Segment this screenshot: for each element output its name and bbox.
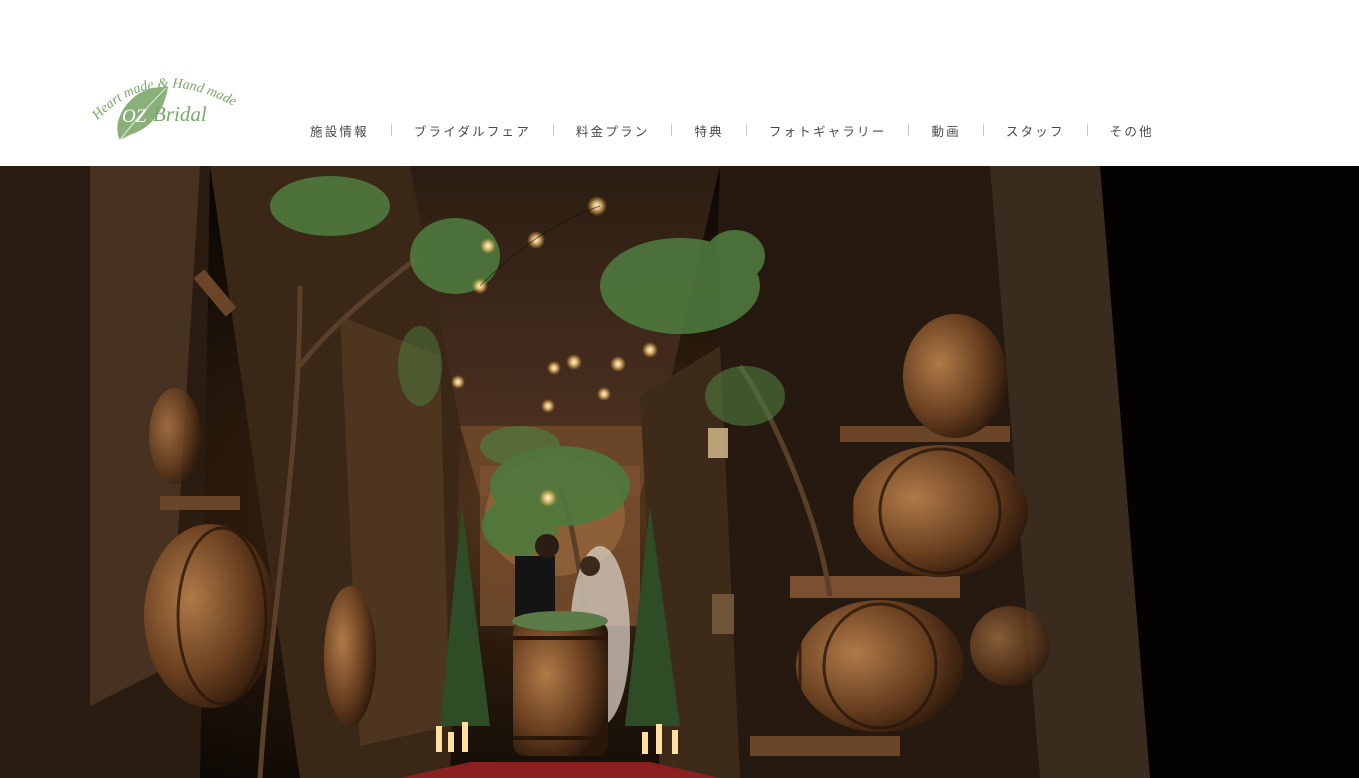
nav-item-staff[interactable]: スタッフ <box>984 118 1087 142</box>
nav-item-label: スタッフ <box>1005 123 1065 139</box>
main-nav: 施設情報 ブライダルフェア 料金プラン 特典 フォトギャラリー 動画 スタッフ … <box>288 118 1176 142</box>
nav-item-label: 特典 <box>694 123 724 139</box>
nav-item-label: ブライダルフェア <box>413 123 531 139</box>
nav-item-facility[interactable]: 施設情報 <box>288 118 391 142</box>
nav-item-photo-gallery[interactable]: フォトギャラリー <box>747 118 909 142</box>
nav-item-bridal-fair[interactable]: ブライダルフェア <box>392 118 553 142</box>
logo-link[interactable]: Heart made & Hand made OZ Bridal <box>86 64 256 146</box>
nav-item-label: フォトギャラリー <box>768 123 887 139</box>
site-header: Heart made & Hand made OZ Bridal 施設情報 ブラ… <box>0 0 1359 166</box>
nav-item-label: 動画 <box>931 123 961 139</box>
nav-item-label: その他 <box>1109 123 1154 139</box>
nav-item-price-plan[interactable]: 料金プラン <box>554 118 672 142</box>
nav-item-benefits[interactable]: 特典 <box>672 118 745 142</box>
oz-bridal-logo: Heart made & Hand made OZ Bridal <box>89 76 239 141</box>
nav-item-video[interactable]: 動画 <box>909 118 982 142</box>
logo-bridal-text: Bridal <box>153 102 207 126</box>
nav-item-other[interactable]: その他 <box>1088 118 1176 142</box>
nav-item-label: 施設情報 <box>310 123 369 139</box>
logo-oz-text: OZ <box>122 106 147 127</box>
nav-item-label: 料金プラン <box>575 123 650 139</box>
wine-cellar-scene <box>0 166 1359 778</box>
hero-image <box>0 166 1359 778</box>
